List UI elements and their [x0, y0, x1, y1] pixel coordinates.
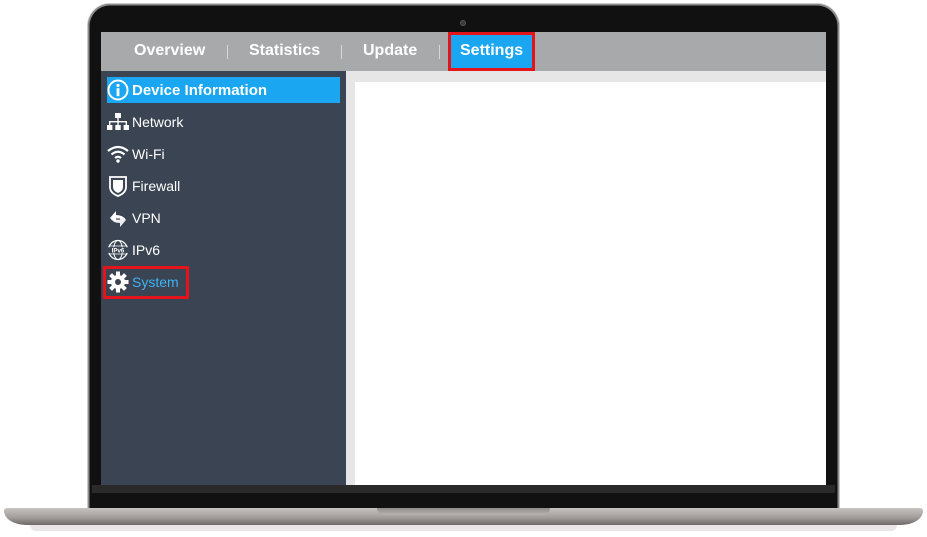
tab-update[interactable]: Update	[363, 32, 417, 71]
svg-text:IPv6: IPv6	[112, 247, 125, 254]
sidebar-item-ipv6[interactable]: IPv6 IPv6	[107, 237, 160, 263]
wifi-icon	[107, 143, 129, 165]
sidebar-item-label: Wi-Fi	[132, 146, 165, 162]
tab-statistics[interactable]: Statistics	[249, 32, 320, 71]
sidebar-item-label: Network	[132, 114, 184, 130]
tab-settings[interactable]: Settings	[448, 32, 536, 71]
tab-overview[interactable]: Overview	[134, 32, 205, 71]
sidebar-item-label: Device Information	[132, 81, 268, 99]
system-highlight-box	[103, 266, 189, 299]
sidebar-item-vpn[interactable]: VPN	[107, 205, 161, 231]
network-icon	[107, 111, 129, 133]
sidebar-item-device-information[interactable]: Device Information	[107, 77, 340, 103]
settings-sidebar: Device Information Network Wi-Fi Firewal…	[101, 71, 346, 485]
content-area	[346, 71, 826, 485]
sidebar-item-firewall[interactable]: Firewall	[107, 173, 180, 199]
webcam	[460, 20, 466, 26]
shield-icon	[107, 175, 129, 197]
sidebar-item-network[interactable]: Network	[107, 109, 183, 135]
lower-bezel	[92, 485, 835, 493]
top-nav-bar: Overview Statistics Update Settings	[101, 32, 826, 71]
vpn-icon	[107, 207, 129, 229]
tab-separator	[227, 45, 228, 59]
laptop-shadow	[30, 525, 897, 531]
info-icon	[107, 79, 129, 101]
laptop-notch	[377, 508, 550, 515]
tab-separator	[439, 45, 440, 59]
content-panel	[355, 82, 826, 485]
sidebar-item-wifi[interactable]: Wi-Fi	[107, 141, 165, 167]
tab-separator	[341, 45, 342, 59]
sidebar-item-label: IPv6	[132, 242, 161, 258]
sidebar-item-label: VPN	[132, 210, 161, 226]
sidebar-item-label: Firewall	[132, 178, 181, 194]
ipv6-icon: IPv6	[107, 239, 129, 261]
screen: Overview Statistics Update Settings Devi…	[101, 32, 826, 485]
